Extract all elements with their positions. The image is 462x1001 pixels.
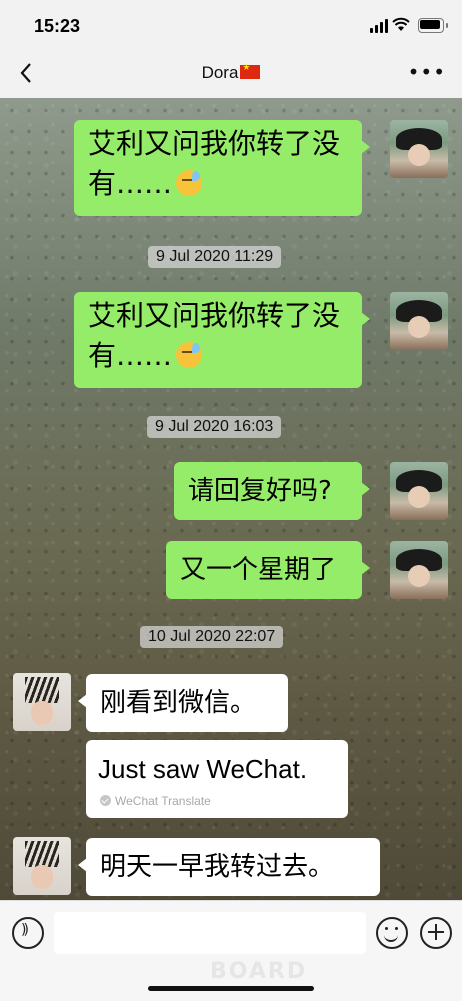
message-line: 艾利又问我你转了没 bbox=[88, 299, 341, 332]
chat-title: Dora bbox=[0, 62, 462, 83]
my-avatar[interactable] bbox=[390, 462, 448, 520]
check-circle-icon bbox=[100, 795, 111, 806]
translate-label: WeChat Translate bbox=[100, 794, 211, 808]
nav-bar: Dora ••• bbox=[0, 50, 462, 98]
message-text: 有…… bbox=[88, 167, 173, 200]
message-text: 又一个星期了 bbox=[180, 555, 337, 585]
message-timestamp: 10 Jul 2020 22:07 bbox=[140, 626, 284, 648]
message-timestamp: 9 Jul 2020 16:03 bbox=[147, 416, 282, 438]
translate-source: WeChat Translate bbox=[115, 794, 211, 808]
contact-avatar[interactable] bbox=[13, 673, 71, 731]
translation-card[interactable]: Just saw WeChat. WeChat Translate bbox=[86, 740, 348, 818]
voice-input-icon[interactable] bbox=[12, 917, 44, 949]
my-avatar[interactable] bbox=[390, 120, 448, 178]
wifi-icon bbox=[392, 17, 410, 31]
sweat-face-emoji-icon bbox=[176, 342, 203, 368]
watermark: BOARD bbox=[210, 959, 308, 984]
battery-icon bbox=[418, 18, 448, 33]
more-options-icon[interactable]: ••• bbox=[408, 60, 446, 84]
outgoing-message[interactable]: 艾利又问我你转了没 有…… bbox=[74, 120, 370, 216]
translated-text: Just saw WeChat. bbox=[98, 754, 308, 784]
message-text: 有…… bbox=[88, 339, 173, 372]
outgoing-message[interactable]: 又一个星期了 bbox=[166, 541, 370, 599]
cellular-signal-icon bbox=[370, 19, 388, 33]
china-flag-icon bbox=[240, 62, 261, 79]
message-text: 刚看到微信。 bbox=[100, 688, 257, 718]
message-line: 艾利又问我你转了没 bbox=[88, 127, 341, 160]
message-text: 明天一早我转过去。 bbox=[100, 852, 335, 882]
incoming-message[interactable]: 明天一早我转过去。 bbox=[78, 838, 380, 896]
contact-name: Dora bbox=[201, 63, 239, 82]
status-bar: 15:23 bbox=[0, 0, 462, 50]
message-text: 请回复好吗? bbox=[188, 476, 332, 506]
sweat-face-emoji-icon bbox=[176, 170, 203, 196]
add-more-icon[interactable] bbox=[420, 917, 452, 949]
message-timestamp: 9 Jul 2020 11:29 bbox=[148, 246, 282, 268]
message-input[interactable] bbox=[54, 912, 366, 954]
message-line-2: 有…… bbox=[88, 164, 362, 204]
home-indicator[interactable] bbox=[148, 986, 314, 991]
outgoing-message[interactable]: 艾利又问我你转了没 有…… bbox=[74, 292, 370, 388]
incoming-message[interactable]: 刚看到微信。 bbox=[78, 674, 288, 732]
chat-area[interactable]: 艾利又问我你转了没 有…… 9 Jul 2020 11:29 艾利又问我你转了没… bbox=[0, 98, 462, 900]
emoji-icon[interactable] bbox=[376, 917, 408, 949]
status-time: 15:23 bbox=[34, 16, 81, 36]
contact-avatar[interactable] bbox=[13, 837, 71, 895]
message-line-2: 有…… bbox=[88, 336, 362, 376]
my-avatar[interactable] bbox=[390, 541, 448, 599]
outgoing-message[interactable]: 请回复好吗? bbox=[174, 462, 370, 520]
my-avatar[interactable] bbox=[390, 292, 448, 350]
